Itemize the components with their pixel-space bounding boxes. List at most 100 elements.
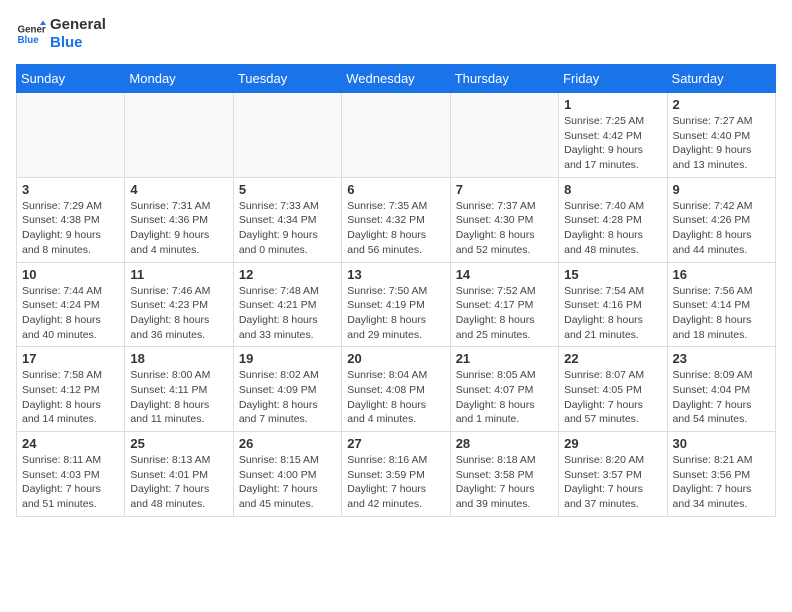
calendar-day: 12Sunrise: 7:48 AM Sunset: 4:21 PM Dayli… (233, 262, 341, 347)
calendar-day (17, 93, 125, 178)
day-number: 19 (239, 351, 336, 366)
day-number: 7 (456, 182, 553, 197)
calendar-day: 26 Sunrise: 8:15 AM Sunset: 4:00 PM Dayli… (233, 432, 341, 517)
day-number: 8 (564, 182, 661, 197)
day-info: Sunrise: 7:37 AM Sunset: 4:30 PM Dayligh… (456, 199, 553, 258)
calendar-week-4: 17 Sunrise: 7:58 AM Sunset: 4:12 PM Dayli… (17, 347, 776, 432)
weekday-header-tuesday: Tuesday (233, 65, 341, 93)
weekday-header-wednesday: Wednesday (342, 65, 450, 93)
day-number: 2 (673, 97, 770, 112)
day-info: Sunrise: 7:35 AM Sunset: 4:32 PM Dayligh… (347, 199, 444, 258)
calendar-week-2: 3 Sunrise: 7:29 AM Sunset: 4:38 PM Daylig… (17, 177, 776, 262)
day-info: Sunrise: 8:21 AM Sunset: 3:56 PM Dayligh… (673, 453, 770, 512)
calendar-day: 13 Sunrise: 7:50 AM Sunset: 4:19 PM Dayli… (342, 262, 450, 347)
logo: General Blue General Blue (16, 16, 106, 52)
calendar-day: 19 Sunrise: 8:02 AM Sunset: 4:09 PM Dayli… (233, 347, 341, 432)
day-number: 13 (347, 267, 444, 282)
day-info: Sunrise: 7:44 AM Sunset: 4:24 PM Dayligh… (22, 284, 119, 343)
day-info: Sunrise: 7:40 AM Sunset: 4:28 PM Dayligh… (564, 199, 661, 258)
day-number: 14 (456, 267, 553, 282)
day-number: 25 (130, 436, 227, 451)
calendar-day: 23 Sunrise: 8:09 AM Sunset: 4:04 PM Dayli… (667, 347, 775, 432)
day-info: Sunrise: 7:58 AM Sunset: 4:12 PM Dayligh… (22, 368, 119, 427)
calendar-day: 3 Sunrise: 7:29 AM Sunset: 4:38 PM Daylig… (17, 177, 125, 262)
calendar-day: 5 Sunrise: 7:33 AM Sunset: 4:34 PM Daylig… (233, 177, 341, 262)
day-number: 21 (456, 351, 553, 366)
day-number: 12 (239, 267, 336, 282)
calendar-day: 11 Sunrise: 7:46 AM Sunset: 4:23 PM Dayli… (125, 262, 233, 347)
day-number: 29 (564, 436, 661, 451)
day-number: 24 (22, 436, 119, 451)
weekday-header-monday: Monday (125, 65, 233, 93)
day-info: Sunrise: 8:15 AM Sunset: 4:00 PM Dayligh… (239, 453, 336, 512)
day-info: Sunrise: 7:50 AM Sunset: 4:19 PM Dayligh… (347, 284, 444, 343)
day-number: 18 (130, 351, 227, 366)
weekday-header-saturday: Saturday (667, 65, 775, 93)
day-number: 23 (673, 351, 770, 366)
calendar-day: 20 Sunrise: 8:04 AM Sunset: 4:08 PM Dayli… (342, 347, 450, 432)
weekday-header-friday: Friday (559, 65, 667, 93)
calendar-week-1: 1 Sunrise: 7:25 AM Sunset: 4:42 PM Daylig… (17, 93, 776, 178)
day-info: Sunrise: 8:20 AM Sunset: 3:57 PM Dayligh… (564, 453, 661, 512)
calendar-day (450, 93, 558, 178)
weekday-header-thursday: Thursday (450, 65, 558, 93)
day-number: 20 (347, 351, 444, 366)
day-info: Sunrise: 8:18 AM Sunset: 3:58 PM Dayligh… (456, 453, 553, 512)
calendar-day: 8 Sunrise: 7:40 AM Sunset: 4:28 PM Daylig… (559, 177, 667, 262)
calendar-day: 25Sunrise: 8:13 AM Sunset: 4:01 PM Dayli… (125, 432, 233, 517)
calendar-day (125, 93, 233, 178)
calendar-day: 16 Sunrise: 7:56 AM Sunset: 4:14 PM Dayli… (667, 262, 775, 347)
calendar-day: 21 Sunrise: 8:05 AM Sunset: 4:07 PM Dayli… (450, 347, 558, 432)
calendar-day (342, 93, 450, 178)
day-number: 22 (564, 351, 661, 366)
day-number: 27 (347, 436, 444, 451)
day-info: Sunrise: 7:46 AM Sunset: 4:23 PM Dayligh… (130, 284, 227, 343)
calendar-day: 7 Sunrise: 7:37 AM Sunset: 4:30 PM Daylig… (450, 177, 558, 262)
day-info: Sunrise: 8:05 AM Sunset: 4:07 PM Dayligh… (456, 368, 553, 427)
day-number: 11 (130, 267, 227, 282)
calendar-day: 6 Sunrise: 7:35 AM Sunset: 4:32 PM Daylig… (342, 177, 450, 262)
day-number: 6 (347, 182, 444, 197)
day-number: 3 (22, 182, 119, 197)
svg-text:Blue: Blue (18, 35, 40, 46)
calendar-day: 24Sunrise: 8:11 AM Sunset: 4:03 PM Dayli… (17, 432, 125, 517)
calendar-day: 1 Sunrise: 7:25 AM Sunset: 4:42 PM Daylig… (559, 93, 667, 178)
day-number: 10 (22, 267, 119, 282)
day-info: Sunrise: 8:09 AM Sunset: 4:04 PM Dayligh… (673, 368, 770, 427)
calendar-day: 30Sunrise: 8:21 AM Sunset: 3:56 PM Dayli… (667, 432, 775, 517)
day-info: Sunrise: 7:29 AM Sunset: 4:38 PM Dayligh… (22, 199, 119, 258)
day-number: 9 (673, 182, 770, 197)
weekday-header-sunday: Sunday (17, 65, 125, 93)
day-info: Sunrise: 7:31 AM Sunset: 4:36 PM Dayligh… (130, 199, 227, 258)
svg-text:General: General (18, 25, 47, 36)
day-number: 17 (22, 351, 119, 366)
calendar-table: SundayMondayTuesdayWednesdayThursdayFrid… (16, 64, 776, 517)
day-number: 15 (564, 267, 661, 282)
day-info: Sunrise: 7:25 AM Sunset: 4:42 PM Dayligh… (564, 114, 661, 173)
day-info: Sunrise: 7:52 AM Sunset: 4:17 PM Dayligh… (456, 284, 553, 343)
calendar-day: 22 Sunrise: 8:07 AM Sunset: 4:05 PM Dayli… (559, 347, 667, 432)
calendar-day: 18 Sunrise: 8:00 AM Sunset: 4:11 PM Dayli… (125, 347, 233, 432)
calendar-day: 2 Sunrise: 7:27 AM Sunset: 4:40 PM Daylig… (667, 93, 775, 178)
calendar-day: 27Sunrise: 8:16 AM Sunset: 3:59 PM Dayli… (342, 432, 450, 517)
calendar-day: 15 Sunrise: 7:54 AM Sunset: 4:16 PM Dayli… (559, 262, 667, 347)
calendar-week-5: 24Sunrise: 8:11 AM Sunset: 4:03 PM Dayli… (17, 432, 776, 517)
calendar-day (233, 93, 341, 178)
day-number: 1 (564, 97, 661, 112)
logo-icon: General Blue (16, 19, 46, 49)
calendar-day: 17 Sunrise: 7:58 AM Sunset: 4:12 PM Dayli… (17, 347, 125, 432)
day-info: Sunrise: 7:33 AM Sunset: 4:34 PM Dayligh… (239, 199, 336, 258)
day-number: 5 (239, 182, 336, 197)
day-info: Sunrise: 8:00 AM Sunset: 4:11 PM Dayligh… (130, 368, 227, 427)
day-info: Sunrise: 8:02 AM Sunset: 4:09 PM Dayligh… (239, 368, 336, 427)
day-number: 16 (673, 267, 770, 282)
calendar-day: 4Sunrise: 7:31 AM Sunset: 4:36 PM Daylig… (125, 177, 233, 262)
day-info: Sunrise: 8:04 AM Sunset: 4:08 PM Dayligh… (347, 368, 444, 427)
logo-blue: Blue (50, 34, 106, 52)
day-info: Sunrise: 7:27 AM Sunset: 4:40 PM Dayligh… (673, 114, 770, 173)
day-info: Sunrise: 7:54 AM Sunset: 4:16 PM Dayligh… (564, 284, 661, 343)
day-info: Sunrise: 7:56 AM Sunset: 4:14 PM Dayligh… (673, 284, 770, 343)
day-number: 26 (239, 436, 336, 451)
calendar-day: 29 Sunrise: 8:20 AM Sunset: 3:57 PM Dayli… (559, 432, 667, 517)
day-info: Sunrise: 8:07 AM Sunset: 4:05 PM Dayligh… (564, 368, 661, 427)
